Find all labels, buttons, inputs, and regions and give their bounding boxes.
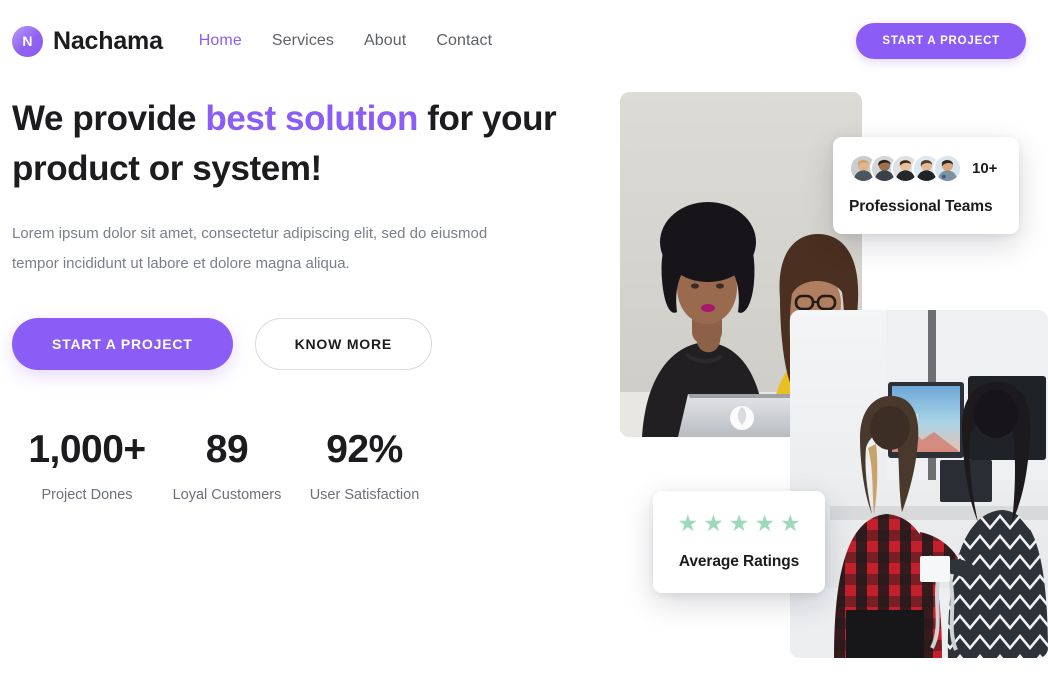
star-icon: ★	[677, 510, 699, 536]
nav-item-about[interactable]: About	[364, 32, 406, 50]
stat-value: 92%	[326, 427, 403, 471]
professional-teams-card[interactable]: 10+ Professional Teams	[833, 137, 1019, 234]
stat-project-dones: 1,000+ Project Dones	[12, 427, 162, 503]
hero-photo-office-monitors	[790, 310, 1048, 658]
star-icon: ★	[728, 510, 750, 536]
site-header: N Nachama Home Services About Contact ST…	[0, 0, 1048, 82]
photo-bottom-illustration	[790, 310, 1048, 658]
avatar-portrait-5	[935, 156, 960, 181]
main-nav: Home Services About Contact	[199, 32, 492, 50]
logo-mark-icon: N	[12, 25, 43, 57]
hero-content: We provide best solution for your produc…	[12, 94, 572, 503]
hero-cta-row: START A PROJECT KNOW MORE	[12, 317, 572, 370]
nav-item-home[interactable]: Home	[199, 32, 242, 50]
professional-teams-title: Professional Teams	[849, 198, 993, 215]
nav-item-services[interactable]: Services	[272, 32, 334, 50]
page-title: We provide best solution for your produc…	[12, 94, 572, 193]
landing-page: N Nachama Home Services About Contact ST…	[0, 0, 1048, 700]
star-icon: ★	[779, 510, 801, 536]
headline-part-1: We provide	[12, 99, 206, 138]
start-project-button[interactable]: START A PROJECT	[12, 317, 233, 370]
header-start-project-button[interactable]: START A PROJECT	[856, 23, 1026, 59]
stat-label: Loyal Customers	[172, 486, 282, 503]
avatar	[933, 154, 962, 183]
stat-label: Project Dones	[41, 486, 133, 503]
star-rating: ★ ★ ★ ★ ★	[669, 512, 809, 535]
stat-label: User Satisfaction	[309, 486, 420, 503]
logo-initial: N	[22, 33, 33, 49]
brand-logo[interactable]: N Nachama	[12, 25, 163, 57]
stat-value: 1,000+	[28, 427, 146, 471]
headline-accent: best solution	[205, 99, 418, 138]
stat-user-satisfaction: 92% User Satisfaction	[292, 427, 437, 503]
average-ratings-card[interactable]: ★ ★ ★ ★ ★ Average Ratings	[653, 491, 825, 593]
avatar-group	[849, 154, 962, 183]
nav-item-contact[interactable]: Contact	[436, 32, 492, 50]
average-ratings-title: Average Ratings	[678, 553, 800, 570]
stat-value: 89	[205, 427, 249, 471]
know-more-button[interactable]: KNOW MORE	[254, 317, 433, 370]
avatar-row: 10+	[849, 154, 1003, 183]
star-icon: ★	[754, 510, 775, 536]
brand-name: Nachama	[53, 26, 163, 55]
stats-row: 1,000+ Project Dones 89 Loyal Customers …	[12, 427, 572, 503]
stat-loyal-customers: 89 Loyal Customers	[162, 427, 292, 503]
team-count-label: 10+	[972, 160, 998, 177]
star-icon: ★	[703, 510, 724, 536]
hero-subtext: Lorem ipsum dolor sit amet, consectetur …	[12, 225, 488, 272]
